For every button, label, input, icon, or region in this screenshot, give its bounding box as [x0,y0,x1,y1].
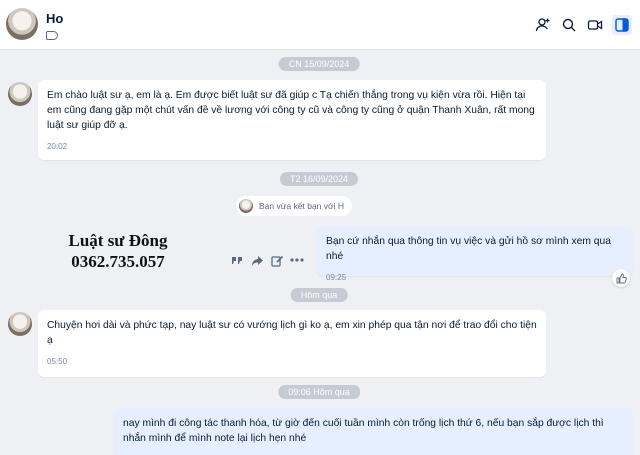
notice-avatar [239,199,253,213]
date-separator: 09:06 Hôm qua [278,385,360,399]
more-icon[interactable] [290,253,304,267]
message-time: 05:50 [47,357,68,366]
contact-avatar[interactable] [6,8,38,40]
message-received[interactable]: Em chào luật sư ạ, em là ạ. Em được biết… [38,80,546,160]
contact-name[interactable]: Ho [46,11,63,26]
message-received[interactable]: Chuyện hơi dài và phức tạp, nay luật sư … [38,310,546,377]
notice-text: Bạn vừa kết bạn với H [259,201,344,211]
watermark-name: Luật sư Đông [68,231,168,250]
chat-header: Ho [0,0,640,50]
message-time: 09:25 [326,273,347,282]
message-actions [230,253,304,267]
label-tag-icon[interactable] [46,31,58,40]
sender-avatar[interactable] [8,82,32,106]
add-member-icon[interactable] [534,16,552,34]
forward-icon[interactable] [250,253,264,267]
date-separator: T2 16/09/2024 [279,172,359,186]
message-text: Chuyện hơi dài và phức tạp, nay luật sư … [47,320,537,346]
message-text: nay mình đi công tác thanh hóa, từ giờ đ… [123,418,604,444]
message-sent[interactable]: nay mình đi công tác thanh hóa, từ giờ đ… [114,408,633,455]
header-toolbar [534,15,632,35]
message-time: 20:02 [47,142,68,151]
message-text: Em chào luật sư ạ, em là ạ. Em được biết… [47,90,535,131]
date-separator: Hôm qua [290,288,348,302]
message-sent[interactable]: Bạn cứ nhắn qua thông tin vụ việc và gửi… [317,226,633,282]
message-text: Bạn cứ nhắn qua thông tin vụ việc và gửi… [326,236,611,262]
like-icon[interactable] [612,269,630,287]
edit-icon[interactable] [270,253,284,267]
search-icon[interactable] [560,16,578,34]
sidebar-toggle-icon[interactable] [612,15,632,35]
watermark-phone: 0362.735.057 [71,252,165,271]
quote-icon[interactable] [230,253,244,267]
friend-added-notice: Bạn vừa kết bạn với H [236,196,352,216]
video-call-icon[interactable] [586,16,604,34]
sender-avatar[interactable] [8,312,32,336]
date-separator: CN 15/09/2024 [278,57,360,71]
watermark: Luật sư Đông 0362.735.057 [48,230,188,272]
